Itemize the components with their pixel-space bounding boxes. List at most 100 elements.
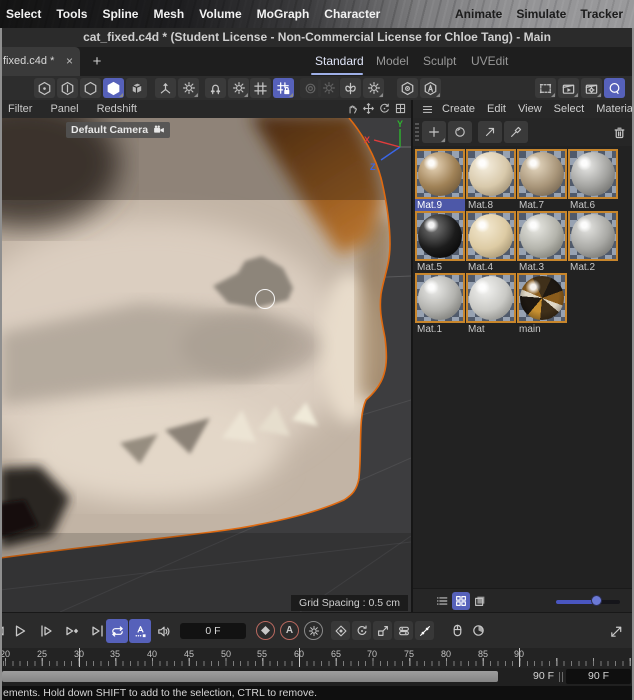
toggle-quad-view-icon[interactable]	[394, 102, 407, 115]
new-material-ball-button[interactable]	[448, 121, 472, 143]
material-mat8[interactable]: Mat.8	[466, 149, 516, 212]
material-mat2[interactable]: Mat.2	[568, 211, 618, 274]
timeline-ruler[interactable]: 20 25 30 35 40 45 50 55 60 65 70 75 80 8…	[0, 648, 634, 668]
add-tab-button[interactable]: +	[88, 47, 106, 76]
material-thumbnail[interactable]	[415, 273, 465, 323]
symmetry-button[interactable]	[340, 78, 361, 98]
points-mode-button[interactable]	[34, 78, 55, 98]
material-menu-edit[interactable]: Edit	[487, 100, 506, 118]
move-camera-icon[interactable]	[362, 102, 375, 115]
tab-model[interactable]: Model	[376, 47, 409, 76]
material-menu-create[interactable]: Create	[442, 100, 475, 118]
material-menu-view[interactable]: View	[518, 100, 542, 118]
render-view-button[interactable]	[558, 78, 579, 98]
material-mat3[interactable]: Mat.3	[517, 211, 567, 274]
menu-mesh[interactable]: Mesh	[153, 7, 184, 21]
viewport-menu-panel[interactable]: Panel	[50, 100, 78, 118]
expand-timeline-button[interactable]	[604, 619, 628, 643]
sound-toggle-button[interactable]	[152, 619, 174, 643]
auto-mode-button[interactable]	[420, 78, 441, 98]
material-thumbnail[interactable]	[415, 149, 465, 199]
material-thumbnail[interactable]	[415, 211, 465, 261]
lock-workplane-button[interactable]	[273, 78, 294, 98]
tweak-settings-gear-icon[interactable]	[178, 78, 199, 98]
edge-mode-button[interactable]	[57, 78, 78, 98]
menu-select[interactable]: Select	[6, 7, 41, 21]
keying-settings-button[interactable]	[304, 621, 323, 640]
menu-spline[interactable]: Spline	[102, 7, 138, 21]
material-mat[interactable]: Mat	[466, 273, 516, 336]
viewport[interactable]: Y X Z Default Camera Grid Spacing : 0.5 …	[0, 118, 411, 612]
delete-material-button[interactable]	[607, 121, 631, 143]
camera-label-chip[interactable]: Default Camera	[66, 122, 171, 138]
tweak-mode-button[interactable]	[155, 78, 176, 98]
play-mode-button[interactable]	[129, 619, 151, 643]
viewport-menu-redshift[interactable]: Redshift	[97, 100, 137, 118]
material-mat1[interactable]: Mat.1	[415, 273, 465, 336]
rotation-key-button[interactable]	[352, 621, 371, 640]
material-thumbnail[interactable]	[466, 273, 516, 323]
list-view-button[interactable]	[433, 592, 451, 610]
workplane-button[interactable]	[250, 78, 271, 98]
layer-view-button[interactable]	[471, 592, 489, 610]
pan-hand-icon[interactable]	[346, 102, 359, 115]
add-material-button[interactable]	[422, 121, 446, 143]
material-thumbnail[interactable]	[466, 211, 516, 261]
interactive-render-button[interactable]	[604, 78, 625, 98]
play-button[interactable]	[8, 619, 32, 643]
menu-animate[interactable]: Animate	[455, 7, 502, 21]
position-key-button[interactable]	[331, 621, 350, 640]
scale-key-button[interactable]	[373, 621, 392, 640]
menu-simulate[interactable]: Simulate	[516, 7, 566, 21]
keyframe-mouse-button[interactable]	[448, 621, 467, 640]
next-key-button[interactable]	[60, 619, 84, 643]
document-tab[interactable]: fixed.c4d * ×	[0, 47, 80, 76]
render-region-button[interactable]	[535, 78, 556, 98]
menu-volume[interactable]: Volume	[199, 7, 241, 21]
eyedropper-button[interactable]	[504, 121, 528, 143]
preview-range-bar[interactable]	[2, 671, 498, 682]
snap-settings-gear-icon[interactable]	[228, 78, 249, 98]
material-thumbnail[interactable]	[517, 273, 567, 323]
material-mat9[interactable]: Mat.9	[415, 149, 465, 212]
material-menu-material[interactable]: Material	[596, 100, 634, 118]
material-mat5[interactable]: Mat.5	[415, 211, 465, 274]
tab-uvedit[interactable]: UVEdit	[471, 47, 508, 76]
material-name[interactable]: Mat	[466, 323, 516, 336]
loop-playback-button[interactable]	[106, 619, 128, 643]
tab-sculpt[interactable]: Sculpt	[423, 47, 456, 76]
material-thumbnail[interactable]	[568, 149, 618, 199]
material-thumbnail[interactable]	[466, 149, 516, 199]
current-frame-field[interactable]: 0 F	[180, 623, 246, 639]
material-mat4[interactable]: Mat.4	[466, 211, 516, 274]
material-main[interactable]: main	[517, 273, 567, 336]
close-tab-icon[interactable]: ×	[66, 47, 73, 76]
menu-character[interactable]: Character	[324, 7, 380, 21]
material-name[interactable]: main	[517, 323, 567, 336]
material-burger-icon[interactable]	[421, 103, 434, 116]
play-next-frame-button[interactable]	[34, 619, 58, 643]
texture-axis-mode-button[interactable]	[126, 78, 147, 98]
menu-tools[interactable]: Tools	[56, 7, 87, 21]
autokeying-button[interactable]: A	[280, 621, 299, 640]
polygon-mode-button[interactable]	[80, 78, 101, 98]
symmetry-gear-icon[interactable]	[363, 78, 384, 98]
snap-button[interactable]	[205, 78, 226, 98]
range-grip[interactable]	[559, 672, 564, 682]
slider-handle[interactable]	[591, 595, 602, 606]
tab-standard[interactable]: Standard	[315, 47, 364, 76]
material-thumbnail[interactable]	[517, 211, 567, 261]
end-frame-field[interactable]: 90 F	[566, 669, 631, 684]
material-mat6[interactable]: Mat.6	[568, 149, 618, 212]
drag-handle[interactable]	[415, 123, 419, 141]
menu-mograph[interactable]: MoGraph	[257, 7, 310, 21]
thumbnail-size-slider[interactable]	[556, 600, 620, 604]
menu-tracker[interactable]: Tracker	[580, 7, 623, 21]
render-settings-button[interactable]	[581, 78, 602, 98]
material-name[interactable]: Mat.1	[415, 323, 465, 336]
record-keyframe-button[interactable]	[256, 621, 275, 640]
icon-view-button[interactable]	[452, 592, 470, 610]
material-menu-select[interactable]: Select	[554, 100, 585, 118]
parameter-key-button[interactable]	[394, 621, 413, 640]
material-thumbnail[interactable]	[568, 211, 618, 261]
